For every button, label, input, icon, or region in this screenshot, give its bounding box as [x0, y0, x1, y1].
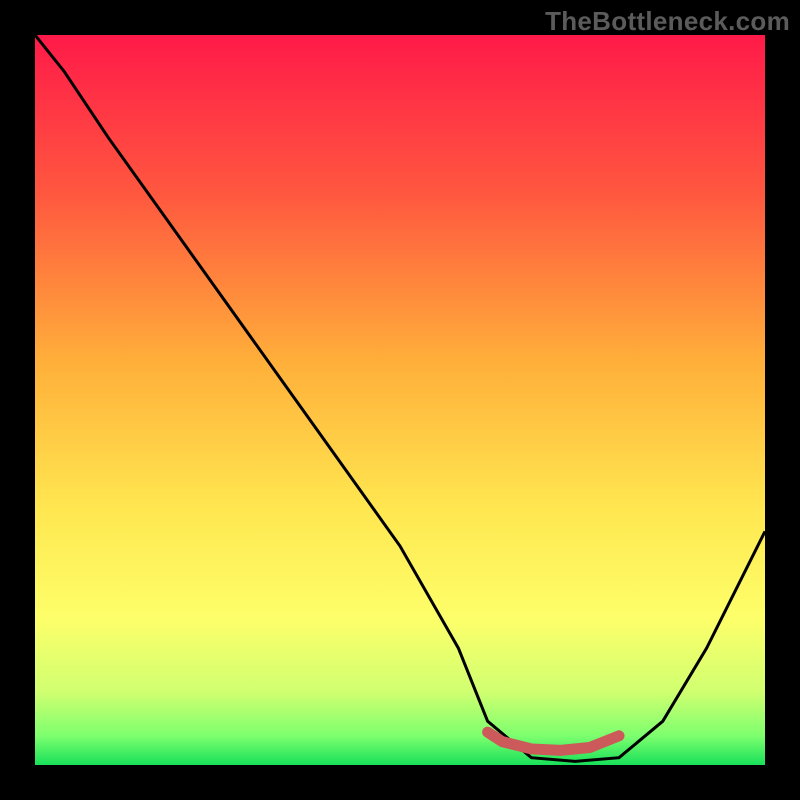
watermark-text: TheBottleneck.com [545, 6, 790, 37]
chart-background-gradient [35, 35, 765, 765]
chart-frame [35, 35, 765, 765]
bottleneck-chart [35, 35, 765, 765]
